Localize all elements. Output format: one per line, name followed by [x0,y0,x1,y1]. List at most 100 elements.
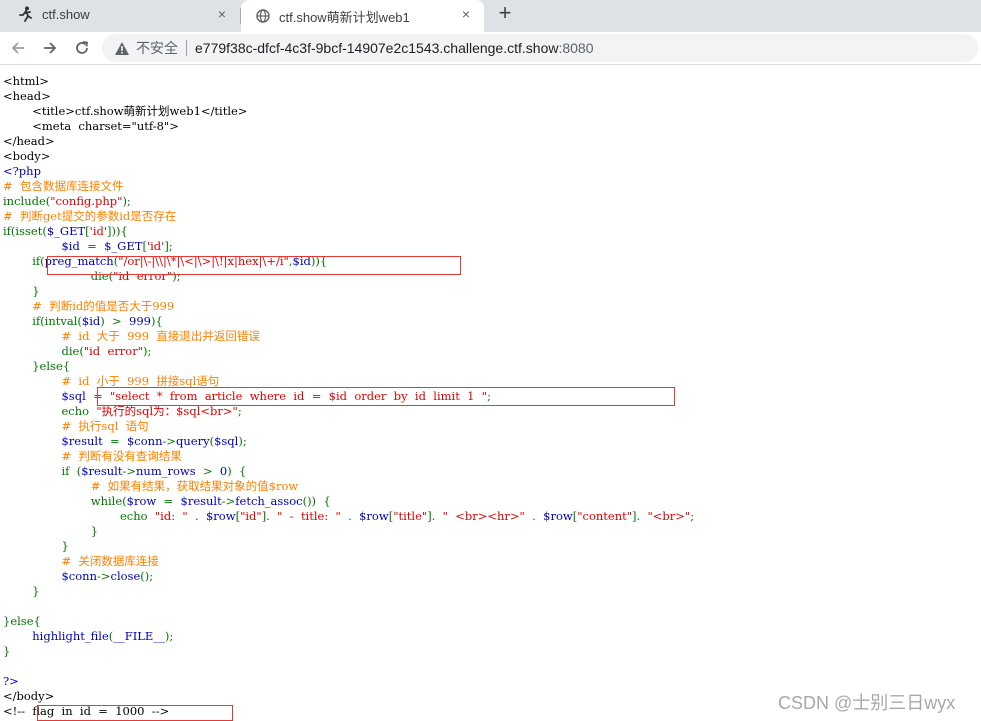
code-token: $row [543,509,573,523]
source-line: <body> [3,149,978,164]
code-token: ]; [164,239,173,253]
code-token: # 包含数据库连接文件 [3,179,124,193]
divider [186,40,187,56]
code-token: }else{ [3,359,71,373]
reload-icon[interactable] [70,36,94,60]
code-token: if(isset( [3,224,47,238]
code-token: $row [126,494,164,508]
code-token: # 判断id的值是否大于999 [3,299,175,313]
code-token: close [110,569,141,583]
code-token: # 判断get提交的参数id是否存在 [3,209,177,223]
address-bar[interactable]: 不安全 e779f38c-dfcf-4c3f-9bcf-14907e2c1543… [102,34,978,62]
source-line: # 包含数据库连接文件 [3,179,978,194]
tab-strip: ctf.show × ctf.show萌新计划web1 × + [0,0,981,32]
tab-ctfshow[interactable]: ctf.show × [0,0,240,28]
source-line: </head> [3,134,978,149]
code-token: die( [3,344,84,358]
code-token: ; [237,404,242,418]
code-token: $id [81,314,101,328]
code-token: $conn [3,569,97,583]
code-token: } [3,539,69,553]
code-token: <title>ctf.show萌新计划web1</title> [3,104,248,118]
code-token: } [3,524,99,538]
code-token: ]. [261,509,278,523]
code-token: 'id' [89,224,108,238]
code-token: <body> [3,149,51,163]
warning-icon[interactable] [114,40,130,56]
code-token: -> [221,494,236,508]
tab-title: ctf.show [42,6,90,22]
code-token: num_rows [136,464,203,478]
code-token: $_GET [46,224,86,238]
source-line: } [3,539,978,554]
security-label[interactable]: 不安全 [136,38,178,58]
code-token: ])){ [107,224,128,238]
code-token: -> [122,464,136,478]
code-token: . [348,509,360,523]
forward-icon[interactable] [38,36,62,60]
code-token: <head> [3,89,51,103]
new-tab-button[interactable]: + [493,2,517,26]
source-line [3,599,978,614]
tab-web1-active[interactable]: ctf.show萌新计划web1 × [241,0,484,32]
code-token: </head> [3,134,55,148]
code-token: $id [3,239,88,253]
code-token: ]. [427,509,443,523]
source-line: <title>ctf.show萌新计划web1</title> [3,104,978,119]
code-token: __FILE__ [113,629,165,643]
source-line: # 执行sql 语句 [3,419,978,434]
code-token: $row [359,509,389,523]
code-token: ); [142,344,152,358]
source-line: $conn->close(); [3,569,978,584]
source-line: if(isset($_GET['id'])){ [3,224,978,239]
url-port: :8080 [558,40,594,56]
code-token: # 判断有没有查询结果 [3,449,182,463]
code-token: ); [122,194,131,208]
source-line: } [3,524,978,539]
code-token: $sql [214,434,239,448]
code-token: $result [180,494,222,508]
code-token: if(intval( [3,314,82,328]
source-line: # 判断id的值是否大于999 [3,299,978,314]
source-line: ?> [3,674,978,689]
code-token: fetch_assoc [235,494,303,508]
code-token: "content" [577,509,633,523]
source-line: # 如果有结果，获取结果对象的值$row [3,479,978,494]
sql-query-highlight-box [97,387,675,406]
source-line: if ($result->num_rows > 0) { [3,464,978,479]
preg-match-highlight-box [47,256,461,275]
source-line: while($row = $result->fetch_assoc()) { [3,494,978,509]
code-token: = [110,434,127,448]
source-line: include("config.php"); [3,194,978,209]
url-host: e779f38c-dfcf-4c3f-9bcf-14907e2c1543.cha… [195,40,559,56]
code-token: $_GET [104,239,143,253]
code-token: = [163,494,181,508]
flag-comment-highlight-box [37,705,233,721]
source-line: <head> [3,89,978,104]
back-icon[interactable] [6,36,30,60]
source-line: highlight_file(__FILE__); [3,629,978,644]
source-line: } [3,644,978,659]
close-tab-icon[interactable]: × [458,6,474,22]
code-token: > [202,464,220,478]
close-tab-icon[interactable]: × [214,6,230,22]
code-token: $row [205,509,236,523]
code-token: # 如果有结果，获取结果对象的值$row [3,479,299,493]
code-token: $conn [126,434,163,448]
code-token: } [3,644,11,658]
code-token: (); [140,569,154,583]
source-line: $result = $conn->query($sql); [3,434,978,449]
source-line: <?php [3,164,978,179]
code-token: </body> [3,689,55,703]
source-line: echo "id: " . $row["id"]. " - title: " .… [3,509,978,524]
source-line: echo "执行的sql为：$sql<br>"; [3,404,978,419]
code-token: highlight_file [32,629,109,643]
code-token: = [87,239,105,253]
code-token: $result [3,434,111,448]
code-token: . [532,509,544,523]
code-token: }else{ [3,614,41,628]
source-line [3,659,978,674]
code-token: if( [3,254,45,268]
globe-icon [255,8,271,24]
